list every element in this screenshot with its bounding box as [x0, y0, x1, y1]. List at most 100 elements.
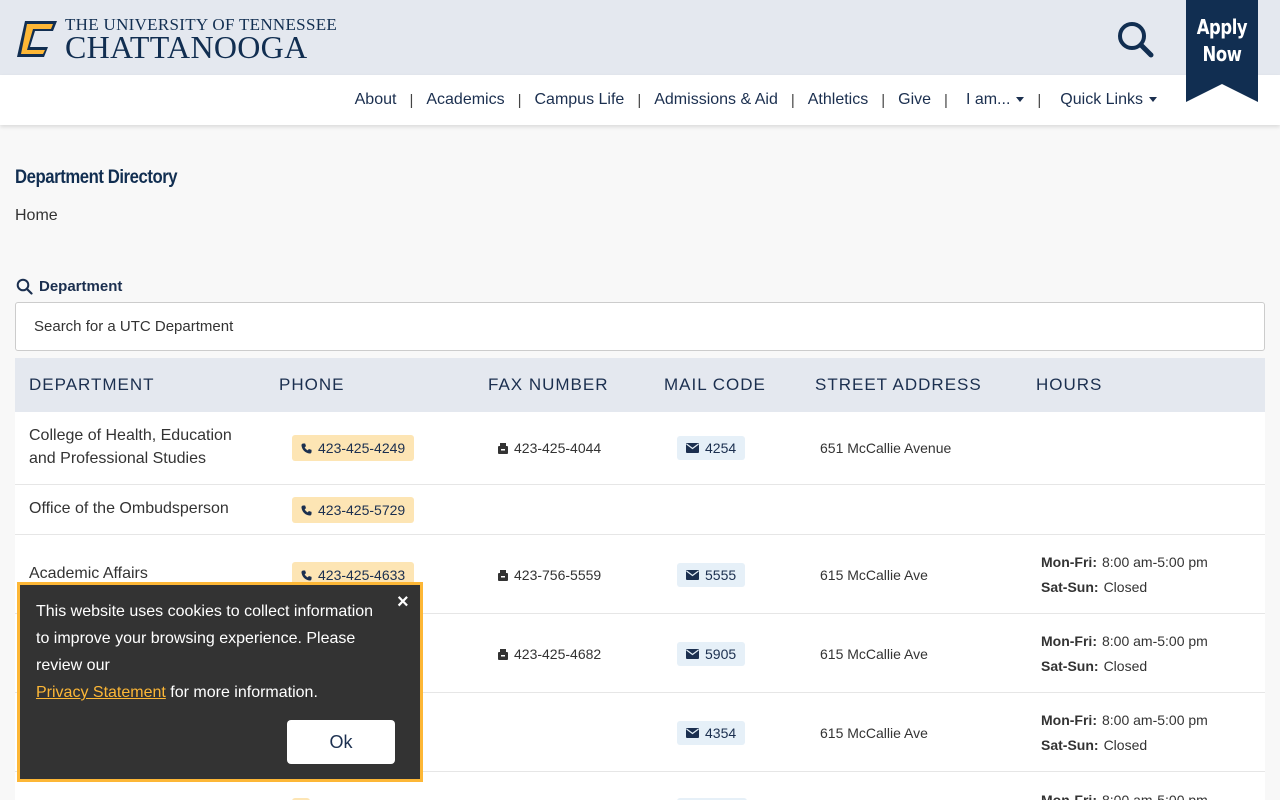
fax-number: 423-425-4682 [498, 646, 601, 662]
nav-separator: | [637, 91, 642, 109]
nav-campus-life[interactable]: Campus Life [535, 91, 625, 109]
nav-about[interactable]: About [355, 91, 397, 109]
nav-academics[interactable]: Academics [426, 91, 504, 109]
mail-code-text: 5555 [705, 567, 737, 583]
cookie-consent-banner: This website uses cookies to collect inf… [17, 582, 423, 782]
hours-weekday-label: Mon-Fri: [1041, 792, 1097, 800]
fax-icon [498, 648, 508, 660]
department-search-label: Department [16, 278, 122, 295]
street-address: 615 McCallie Ave [820, 725, 928, 741]
apply-now-line2: Now [1202, 42, 1242, 66]
hours-weekday: 8:00 am-5:00 pm [1101, 554, 1208, 570]
nav-quick-links-label: Quick Links [1060, 91, 1143, 108]
main-navigation: About | Academics | Campus Life | Admiss… [0, 75, 1280, 125]
phone-number: 423-425-4249 [318, 440, 406, 456]
column-header-mail-code: MAIL CODE [664, 375, 766, 394]
street-address: 615 McCallie Ave [820, 646, 928, 662]
logo-line2: CHATTANOOGA [65, 29, 308, 65]
cookie-ok-button[interactable]: Ok [287, 720, 395, 764]
privacy-statement-link[interactable]: Privacy Statement [36, 684, 166, 701]
street-address: 651 McCallie Avenue [820, 440, 952, 456]
column-header-department: DEPARTMENT [29, 375, 155, 394]
department-search-label-text: Department [39, 278, 123, 295]
page-title: Department Directory [15, 167, 178, 188]
breadcrumb-home[interactable]: Home [15, 207, 58, 225]
envelope-icon [686, 728, 699, 738]
nav-separator: | [881, 91, 886, 109]
cookie-message: This website uses cookies to collect inf… [36, 598, 376, 706]
column-header-fax: FAX NUMBER [488, 375, 609, 394]
fax-number: 423-425-4044 [498, 440, 601, 456]
utc-c-logo-icon [17, 21, 57, 57]
fax-icon [498, 442, 508, 454]
column-header-street-address: STREET ADDRESS [815, 375, 982, 394]
fax-number-text: 423-425-4044 [514, 440, 602, 456]
nav-i-am-dropdown[interactable]: I am... [965, 91, 1025, 109]
street-address: 615 McCallie Ave [820, 567, 928, 583]
envelope-icon [686, 649, 699, 659]
hours-weekend: Closed [1103, 579, 1148, 595]
nav-quick-links-dropdown[interactable]: Quick Links [1060, 91, 1157, 109]
nav-separator: | [790, 91, 795, 109]
mail-code-text: 4254 [705, 440, 737, 456]
phone-link[interactable]: 423-425-4249 [292, 435, 415, 461]
fax-icon [498, 569, 508, 581]
mail-code: 4354 [677, 721, 746, 745]
caret-down-icon [1149, 97, 1157, 103]
nav-give[interactable]: Give [898, 91, 931, 109]
site-search-button[interactable] [1116, 20, 1154, 58]
site-header: THE UNIVERSITY OF TENNESSEE CHATTANOOGA [0, 0, 1280, 75]
fax-number-text: 423-756-5559 [514, 567, 602, 583]
hours-weekend: Closed [1103, 658, 1148, 674]
hours-weekday-label: Mon-Fri: [1041, 712, 1097, 728]
column-header-phone: PHONE [279, 375, 345, 394]
utc-logo[interactable]: THE UNIVERSITY OF TENNESSEE CHATTANOOGA [15, 16, 337, 65]
phone-icon [301, 504, 312, 516]
hours: Mon-Fri: 8:00 am-5:00 pm Sat-Sun: Closed [1041, 708, 1208, 758]
nav-athletics[interactable]: Athletics [808, 91, 868, 109]
hours-weekend: Closed [1103, 737, 1148, 753]
hours-weekend-label: Sat-Sun: [1041, 658, 1099, 674]
nav-separator: | [1037, 91, 1042, 109]
table-row: College of Health, Education and Profess… [15, 412, 1265, 485]
search-icon [16, 278, 33, 295]
nav-i-am-label: I am... [965, 91, 1011, 108]
cookie-message-text-after: for more information. [170, 684, 318, 701]
fax-number: 423-756-5559 [498, 567, 601, 583]
fax-number-text: 423-425-4682 [514, 646, 602, 662]
mail-code-text: 5905 [705, 646, 737, 662]
apply-now-line1: Apply [1196, 15, 1248, 39]
hours-weekday: 8:00 am-5:00 pm [1101, 633, 1208, 649]
phone-link[interactable]: 423-425-5729 [292, 497, 415, 523]
table-header: DEPARTMENT PHONE FAX NUMBER MAIL CODE ST… [15, 358, 1265, 412]
hours-weekday: 8:00 am-5:00 pm [1101, 712, 1208, 728]
hours-weekend-label: Sat-Sun: [1041, 737, 1099, 753]
close-icon[interactable]: × [397, 591, 409, 614]
mail-code: 5905 [677, 642, 746, 666]
caret-down-icon [1016, 97, 1025, 103]
phone-icon [301, 442, 312, 454]
department-name: Office of the Ombudsperson [29, 500, 229, 517]
hours: Mon-Fri: 8:00 am-5:00 pm Sat-Sun: Closed [1041, 550, 1208, 600]
phone-number: 423-425-5729 [318, 502, 406, 518]
phone-number: 423-425-4633 [318, 567, 406, 583]
mail-code-text: 4354 [705, 725, 737, 741]
nav-separator: | [517, 91, 522, 109]
department-name: College of Health, Education and Profess… [29, 427, 232, 467]
nav-separator: | [944, 91, 948, 109]
nav-separator: | [409, 91, 414, 109]
table-row: Office of the Ombudsperson 423-425-5729 [15, 485, 1265, 535]
column-header-hours: HOURS [1036, 375, 1103, 394]
cookie-message-text: This website uses cookies to collect inf… [36, 603, 374, 674]
hours-weekday-label: Mon-Fri: [1041, 633, 1097, 649]
hours-weekday-label: Mon-Fri: [1041, 554, 1097, 570]
department-search-input[interactable] [15, 302, 1265, 351]
envelope-icon [686, 443, 699, 453]
hours: Mon-Fri: 8:00 am-5:00 pm [1041, 788, 1208, 800]
nav-admissions-aid[interactable]: Admissions & Aid [654, 91, 778, 109]
phone-icon [301, 569, 312, 581]
envelope-icon [686, 570, 699, 580]
search-icon [1118, 22, 1154, 58]
hours-weekend-label: Sat-Sun: [1041, 579, 1099, 595]
apply-now-ribbon[interactable]: Apply Now [1186, 0, 1258, 102]
